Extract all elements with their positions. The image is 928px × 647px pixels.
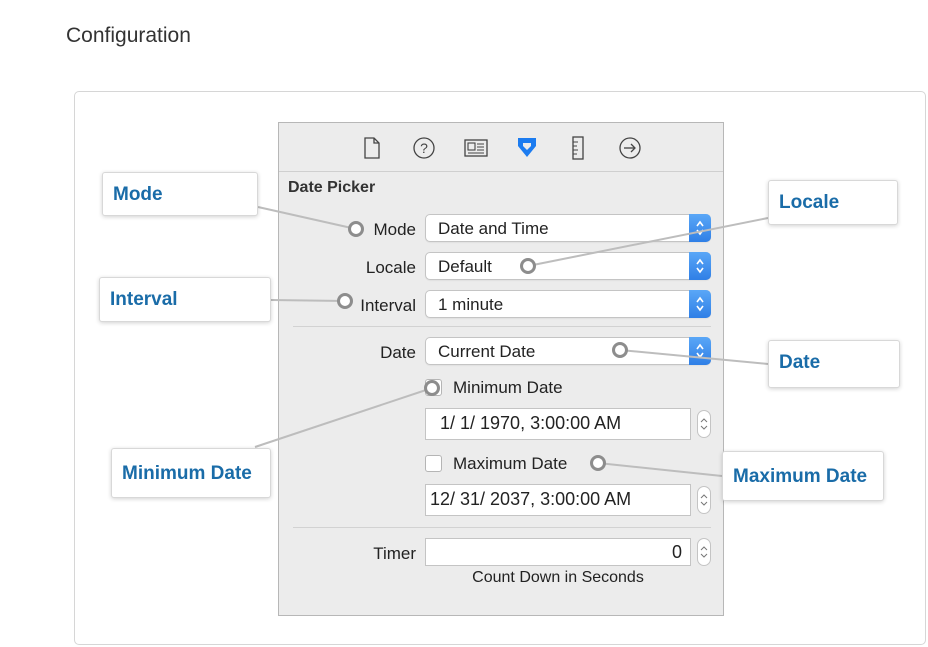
identity-icon[interactable] — [463, 135, 489, 161]
timer-caption: Count Down in Seconds — [472, 569, 644, 586]
callout-minimum-date: Minimum Date — [111, 448, 271, 498]
locale-value: Default — [438, 257, 492, 276]
popup-arrows-icon — [689, 290, 711, 318]
file-icon[interactable] — [359, 135, 385, 161]
size-icon[interactable] — [565, 135, 591, 161]
mode-popup[interactable]: Date and Time — [425, 214, 711, 242]
minimum-date-label: Minimum Date — [453, 378, 563, 397]
svg-text:?: ? — [420, 140, 428, 156]
date-popup[interactable]: Current Date — [425, 337, 711, 365]
divider — [293, 527, 711, 528]
date-value: Current Date — [438, 342, 536, 361]
popup-arrows-icon — [689, 337, 711, 365]
callout-interval: Interval — [99, 277, 271, 322]
interval-popup[interactable]: 1 minute — [425, 290, 711, 318]
minimum-date-stepper[interactable] — [697, 410, 711, 438]
interval-label: Interval — [360, 296, 416, 315]
section-title: Date Picker — [288, 179, 376, 196]
mode-label: Mode — [373, 220, 416, 239]
minimum-date-field[interactable]: 1/ 1/ 1970, 3:00:00 AM — [425, 408, 691, 440]
callout-locale: Locale — [768, 180, 898, 225]
divider — [293, 326, 711, 327]
locale-popup[interactable]: Default — [425, 252, 711, 280]
minimum-date-checkbox[interactable] — [425, 379, 442, 396]
connections-icon[interactable] — [617, 135, 643, 161]
date-label: Date — [380, 343, 416, 362]
attributes-inspector: ? Date Picker Mode Date and Time Locale … — [278, 122, 724, 616]
maximum-date-checkbox[interactable] — [425, 455, 442, 472]
interval-value: 1 minute — [438, 295, 504, 314]
popup-arrows-icon — [689, 214, 711, 242]
mode-value: Date and Time — [438, 219, 549, 238]
attributes-icon[interactable] — [514, 135, 540, 161]
timer-field[interactable]: 0 — [425, 538, 691, 566]
maximum-date-label: Maximum Date — [453, 454, 568, 473]
callout-maximum-date: Maximum Date — [722, 451, 884, 501]
maximum-date-stepper[interactable] — [697, 486, 711, 514]
timer-label: Timer — [373, 544, 416, 563]
popup-arrows-icon — [689, 252, 711, 280]
callout-mode: Mode — [102, 172, 258, 216]
maximum-date-field[interactable]: 12/ 31/ 2037, 3:00:00 AM — [425, 484, 691, 516]
page-title: Configuration — [66, 24, 191, 47]
callout-date: Date — [768, 340, 900, 388]
locale-label: Locale — [365, 258, 416, 277]
inspector-toolbar: ? — [279, 123, 723, 172]
help-icon[interactable]: ? — [411, 135, 437, 161]
timer-stepper[interactable] — [697, 538, 711, 566]
